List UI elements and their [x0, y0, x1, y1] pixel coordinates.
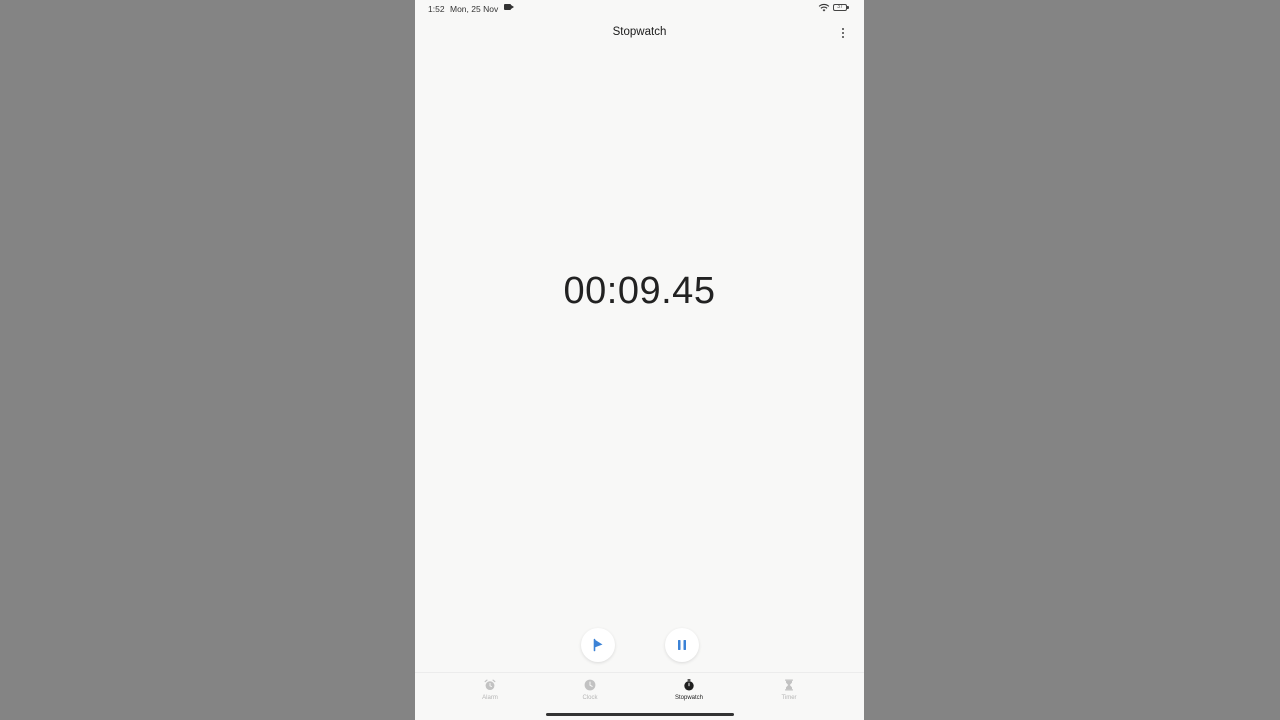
nav-label-alarm: Alarm	[482, 695, 498, 701]
nav-item-timer[interactable]: Timer	[759, 679, 819, 707]
stopwatch-elapsed-time: 00:09.45	[563, 270, 716, 312]
clock-icon	[584, 679, 596, 691]
hourglass-icon	[785, 679, 793, 691]
nav-label-clock: Clock	[582, 695, 598, 701]
wifi-icon	[818, 3, 830, 12]
nav-item-clock[interactable]: Clock	[560, 679, 620, 707]
home-indicator[interactable]	[546, 713, 734, 716]
nav-label-timer: Timer	[781, 695, 797, 701]
battery-icon: 37	[833, 4, 849, 11]
status-bar: 1:52 Mon, 25 Nov 37	[415, 0, 864, 17]
stopwatch-icon	[684, 679, 694, 691]
lap-button[interactable]	[581, 628, 615, 662]
nav-item-stopwatch[interactable]: Stopwatch	[659, 679, 719, 707]
phone-screen: 1:52 Mon, 25 Nov 37 Stopwatch 00:09.45 A…	[415, 0, 864, 720]
page-title: Stopwatch	[612, 26, 667, 38]
pause-button[interactable]	[665, 628, 699, 662]
nav-item-alarm[interactable]: Alarm	[460, 679, 520, 707]
flag-icon	[593, 638, 603, 652]
status-time: 1:52	[428, 4, 445, 14]
video-camera-icon	[504, 4, 514, 10]
nav-label-stopwatch: Stopwatch	[674, 695, 704, 701]
more-vertical-icon[interactable]	[839, 27, 847, 41]
alarm-clock-icon	[484, 679, 496, 690]
pause-icon	[678, 640, 686, 650]
status-date: Mon, 25 Nov	[450, 4, 499, 14]
